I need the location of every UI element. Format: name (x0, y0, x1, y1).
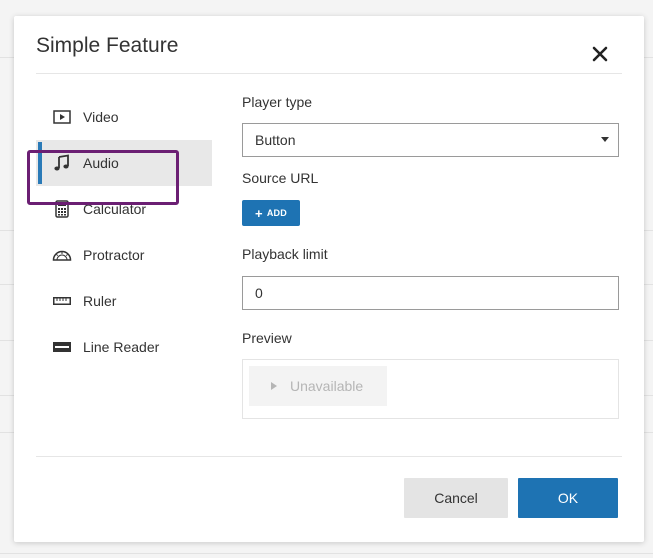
add-source-button[interactable]: + ADD (242, 200, 300, 226)
calculator-icon (52, 199, 72, 219)
footer-divider (36, 456, 622, 457)
add-button-label: ADD (266, 208, 287, 218)
sidebar-item-label: Protractor (83, 247, 145, 263)
preview-label: Preview (242, 330, 292, 346)
sidebar-item-label: Ruler (83, 293, 117, 309)
sidebar-item-label: Video (83, 109, 119, 125)
video-icon (52, 107, 72, 127)
line-reader-icon (52, 337, 72, 357)
simple-feature-dialog: Simple Feature Video Audio Calculator Pr… (14, 16, 644, 542)
music-note-icon (52, 153, 72, 173)
playback-limit-label: Playback limit (242, 246, 328, 262)
close-button[interactable] (590, 44, 610, 64)
preview-area: Unavailable (242, 359, 619, 419)
close-icon (592, 46, 608, 62)
player-type-value: Button (255, 132, 296, 148)
ruler-icon (52, 291, 72, 311)
protractor-icon (52, 245, 72, 265)
background-line (0, 553, 653, 554)
player-type-select[interactable]: Button (242, 123, 619, 157)
cancel-button[interactable]: Cancel (404, 478, 508, 518)
feature-sidebar: Video Audio Calculator Protractor Ruler … (36, 94, 212, 370)
ok-button[interactable]: OK (518, 478, 618, 518)
caret-down-icon (601, 137, 609, 142)
sidebar-item-label: Audio (83, 155, 119, 171)
sidebar-item-label: Line Reader (83, 339, 160, 355)
source-url-label: Source URL (242, 170, 319, 186)
sidebar-item-ruler[interactable]: Ruler (36, 278, 212, 324)
player-type-label: Player type (242, 94, 313, 110)
dialog-title: Simple Feature (36, 34, 179, 57)
sidebar-item-line-reader[interactable]: Line Reader (36, 324, 212, 370)
preview-button-label: Unavailable (290, 378, 364, 394)
sidebar-item-video[interactable]: Video (36, 94, 212, 140)
sidebar-item-label: Calculator (83, 201, 147, 217)
preview-play-button: Unavailable (249, 366, 387, 406)
sidebar-item-protractor[interactable]: Protractor (36, 232, 212, 278)
playback-limit-input[interactable] (242, 276, 619, 310)
sidebar-item-calculator[interactable]: Calculator (36, 186, 212, 232)
header-divider (36, 73, 622, 74)
sidebar-item-audio[interactable]: Audio (36, 140, 212, 186)
plus-icon: + (255, 205, 263, 221)
play-icon (271, 382, 277, 390)
